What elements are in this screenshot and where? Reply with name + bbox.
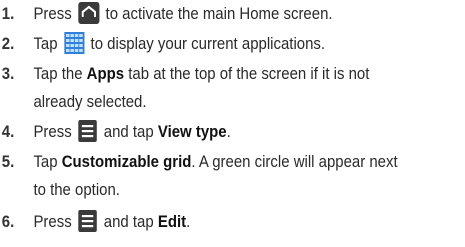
step-text: Press to activate the main Home screen.: [33, 0, 333, 28]
menu-key-icon: [78, 209, 97, 232]
step-text: Tap the Apps tab at the top of the scree…: [33, 64, 370, 111]
apps-tab-label: Apps: [86, 64, 125, 83]
step-number: 6.: [1, 212, 15, 231]
step-number: 4.: [1, 122, 15, 141]
step-number: 5.: [1, 152, 15, 171]
step-text: Tap to display your current applications…: [33, 30, 325, 58]
instruction-list: 1. Press to activate the main Home scree…: [0, 0, 465, 247]
customizable-grid-option: Customizable grid: [61, 152, 192, 171]
home-key-icon: [78, 1, 100, 24]
step-number: 3.: [1, 64, 15, 83]
step-number: 2.: [1, 34, 15, 53]
step-text: Tap Customizable grid. A green circle wi…: [33, 152, 398, 199]
apps-grid-icon: [64, 31, 85, 54]
step-text: Press and tap Edit.: [33, 208, 190, 236]
menu-key-icon: [78, 119, 97, 142]
step-text: Press and tap View type.: [33, 118, 231, 146]
view-type-option: View type: [157, 122, 227, 141]
edit-option: Edit: [157, 212, 187, 231]
step-number: 1.: [1, 4, 15, 23]
